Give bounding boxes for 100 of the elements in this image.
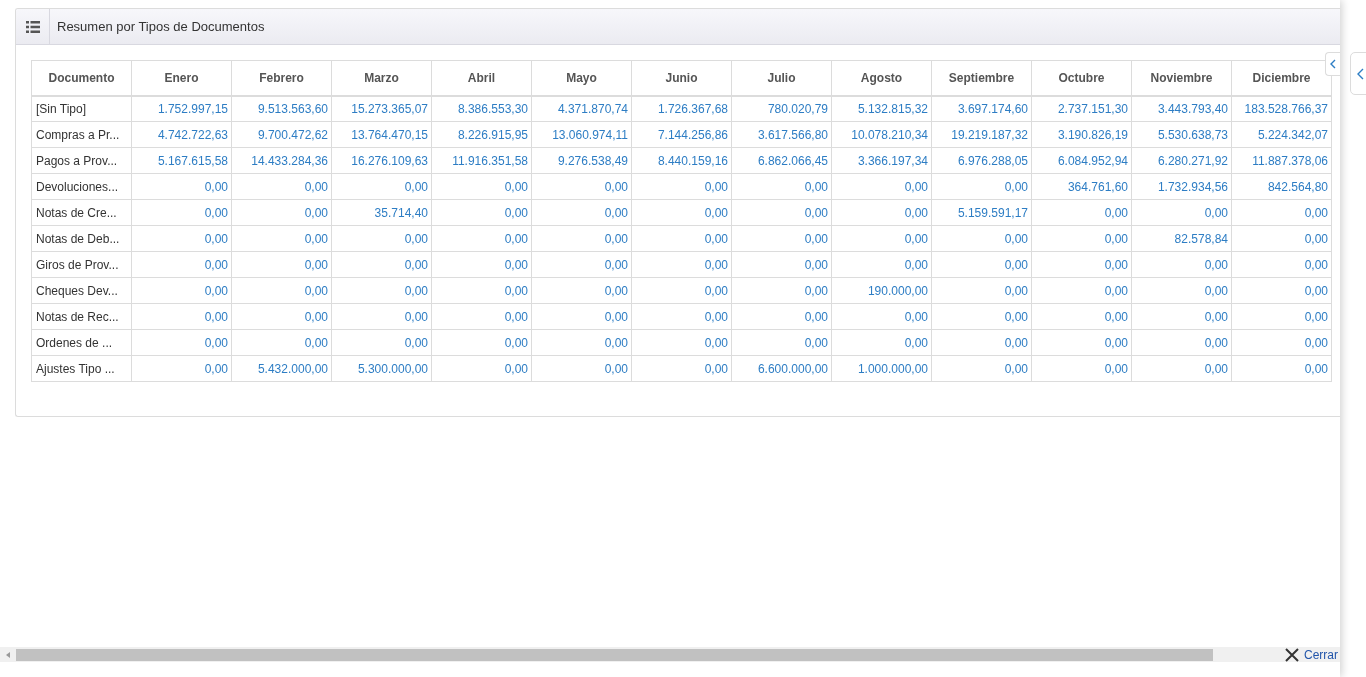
table-cell: 5.159.591,17 — [931, 199, 1032, 226]
table-cell: 0,00 — [431, 225, 532, 252]
table-cell: 0,00 — [131, 355, 232, 382]
table-cell: 0,00 — [931, 355, 1032, 382]
scrollbar-thumb[interactable] — [16, 648, 1213, 661]
table-cell: 0,00 — [331, 225, 432, 252]
table-cell: 0,00 — [431, 355, 532, 382]
table-cell: 0,00 — [531, 173, 632, 200]
table-cell: 9.513.563,60 — [231, 95, 332, 122]
column-header: Junio — [631, 60, 732, 96]
table-cell: 0,00 — [331, 303, 432, 330]
table-cell: 0,00 — [731, 251, 832, 278]
row-label: Compras a Pr... — [31, 121, 132, 148]
table-cell: 9.276.538,49 — [531, 147, 632, 174]
row-label: Devoluciones... — [31, 173, 132, 200]
table-cell: 0,00 — [931, 303, 1032, 330]
column-header: Septiembre — [931, 60, 1032, 96]
table-cell: 0,00 — [331, 251, 432, 278]
table-cell: 0,00 — [631, 251, 732, 278]
table-cell: 0,00 — [131, 277, 232, 304]
table-cell: 0,00 — [731, 199, 832, 226]
table-cell: 0,00 — [1131, 199, 1232, 226]
column-header: Marzo — [331, 60, 432, 96]
table-cell: 0,00 — [931, 329, 1032, 356]
column-header: Mayo — [531, 60, 632, 96]
table-cell: 0,00 — [1031, 303, 1132, 330]
table-cell: 0,00 — [1131, 251, 1232, 278]
row-label: [Sin Tipo] — [31, 95, 132, 122]
table-cell: 7.144.256,86 — [631, 121, 732, 148]
table-cell: 0,00 — [731, 225, 832, 252]
table-cell: 0,00 — [731, 277, 832, 304]
table-cell: 8.226.915,95 — [431, 121, 532, 148]
table-cell: 5.530.638,73 — [1131, 121, 1232, 148]
close-icon[interactable] — [1284, 646, 1300, 663]
table-cell: 0,00 — [831, 329, 932, 356]
table-cell: 0,00 — [631, 303, 732, 330]
table-cell: 3.190.826,19 — [1031, 121, 1132, 148]
side-panel-tab[interactable] — [1350, 52, 1366, 95]
table-cell: 1.732.934,56 — [1131, 173, 1232, 200]
table-cell: 0,00 — [231, 277, 332, 304]
list-icon[interactable] — [25, 20, 40, 33]
table-cell: 10.078.210,34 — [831, 121, 932, 148]
table-cell: 0,00 — [431, 329, 532, 356]
table-cell: 0,00 — [1031, 199, 1132, 226]
table-cell: 0,00 — [631, 355, 732, 382]
column-header: Abril — [431, 60, 532, 96]
table-cell: 183.528.766,37 — [1231, 95, 1332, 122]
table-cell: 0,00 — [1231, 251, 1332, 278]
table-cell: 6.976.288,05 — [931, 147, 1032, 174]
row-label: Pagos a Prov... — [31, 147, 132, 174]
table-cell: 0,00 — [1231, 225, 1332, 252]
table-cell: 0,00 — [231, 251, 332, 278]
table-cell: 0,00 — [1131, 355, 1232, 382]
row-label: Ordenes de ... — [31, 329, 132, 356]
table-cell: 0,00 — [931, 173, 1032, 200]
table-cell: 0,00 — [931, 251, 1032, 278]
table-cell: 0,00 — [531, 303, 632, 330]
table-cell: 1.726.367,68 — [631, 95, 732, 122]
table-cell: 3.443.793,40 — [1131, 95, 1232, 122]
table-cell: 842.564,80 — [1231, 173, 1332, 200]
table-cell: 0,00 — [431, 303, 532, 330]
column-header: Agosto — [831, 60, 932, 96]
column-header: Documento — [31, 60, 132, 96]
table-cell: 0,00 — [831, 225, 932, 252]
table-cell: 11.916.351,58 — [431, 147, 532, 174]
column-header: Noviembre — [1131, 60, 1232, 96]
table-cell: 9.700.472,62 — [231, 121, 332, 148]
table-cell: 0,00 — [231, 199, 332, 226]
table-cell: 0,00 — [531, 225, 632, 252]
table-cell: 0,00 — [831, 303, 932, 330]
panel-title: Resumen por Tipos de Documentos — [57, 17, 265, 36]
table-cell: 190.000,00 — [831, 277, 932, 304]
table-cell: 5.132.815,32 — [831, 95, 932, 122]
table-cell: 0,00 — [131, 251, 232, 278]
table-cell: 19.219.187,32 — [931, 121, 1032, 148]
table-cell: 0,00 — [1231, 355, 1332, 382]
table-cell: 0,00 — [731, 329, 832, 356]
column-header: Febrero — [231, 60, 332, 96]
chevron-left-icon — [1330, 59, 1336, 69]
table-cell: 0,00 — [931, 225, 1032, 252]
table-cell: 0,00 — [631, 329, 732, 356]
table-cell: 6.600.000,00 — [731, 355, 832, 382]
close-button[interactable]: Cerrar — [1284, 647, 1340, 662]
table-cell: 0,00 — [531, 277, 632, 304]
table-cell: 16.276.109,63 — [331, 147, 432, 174]
table-cell: 2.737.151,30 — [1031, 95, 1132, 122]
chevron-left-icon — [1356, 67, 1364, 80]
table-cell: 0,00 — [1231, 303, 1332, 330]
table-cell: 0,00 — [1031, 225, 1132, 252]
collapse-tab[interactable] — [1325, 52, 1340, 76]
scroll-left-icon[interactable] — [6, 651, 10, 658]
table-cell: 780.020,79 — [731, 95, 832, 122]
table-cell: 0,00 — [531, 199, 632, 226]
table-cell: 6.280.271,92 — [1131, 147, 1232, 174]
table-cell: 0,00 — [1031, 329, 1132, 356]
table-cell: 0,00 — [431, 277, 532, 304]
table-cell: 6.862.066,45 — [731, 147, 832, 174]
table-cell: 0,00 — [731, 173, 832, 200]
table-cell: 35.714,40 — [331, 199, 432, 226]
table-cell: 364.761,60 — [1031, 173, 1132, 200]
